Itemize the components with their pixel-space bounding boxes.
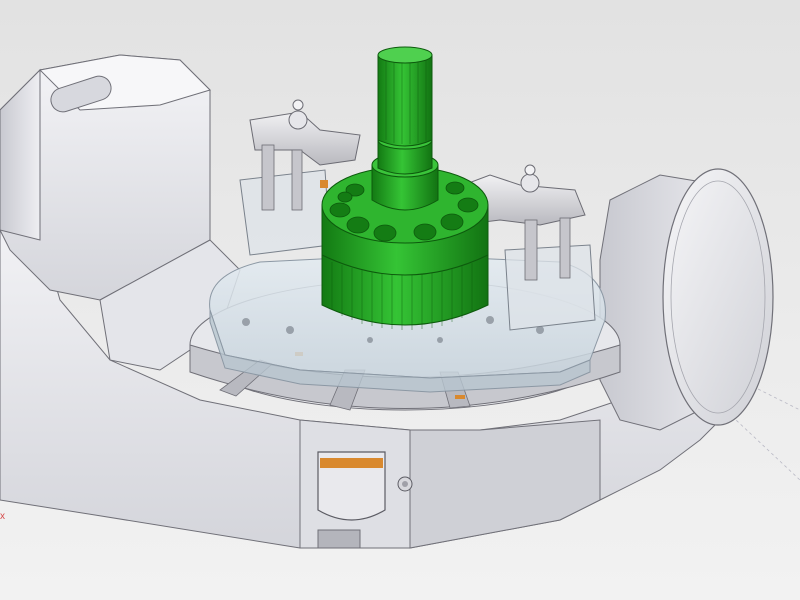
- right-trunnion-disc[interactable]: [599, 168, 774, 431]
- cad-viewport[interactable]: x: [0, 0, 800, 600]
- axis-label: x: [0, 511, 5, 522]
- orange-marker: [455, 395, 465, 399]
- orange-marker: [320, 180, 328, 188]
- cad-model-scene[interactable]: [0, 0, 800, 600]
- clamp-nut[interactable]: [288, 110, 308, 130]
- clamp-nut[interactable]: [520, 173, 540, 193]
- green-workpiece[interactable]: [321, 46, 489, 330]
